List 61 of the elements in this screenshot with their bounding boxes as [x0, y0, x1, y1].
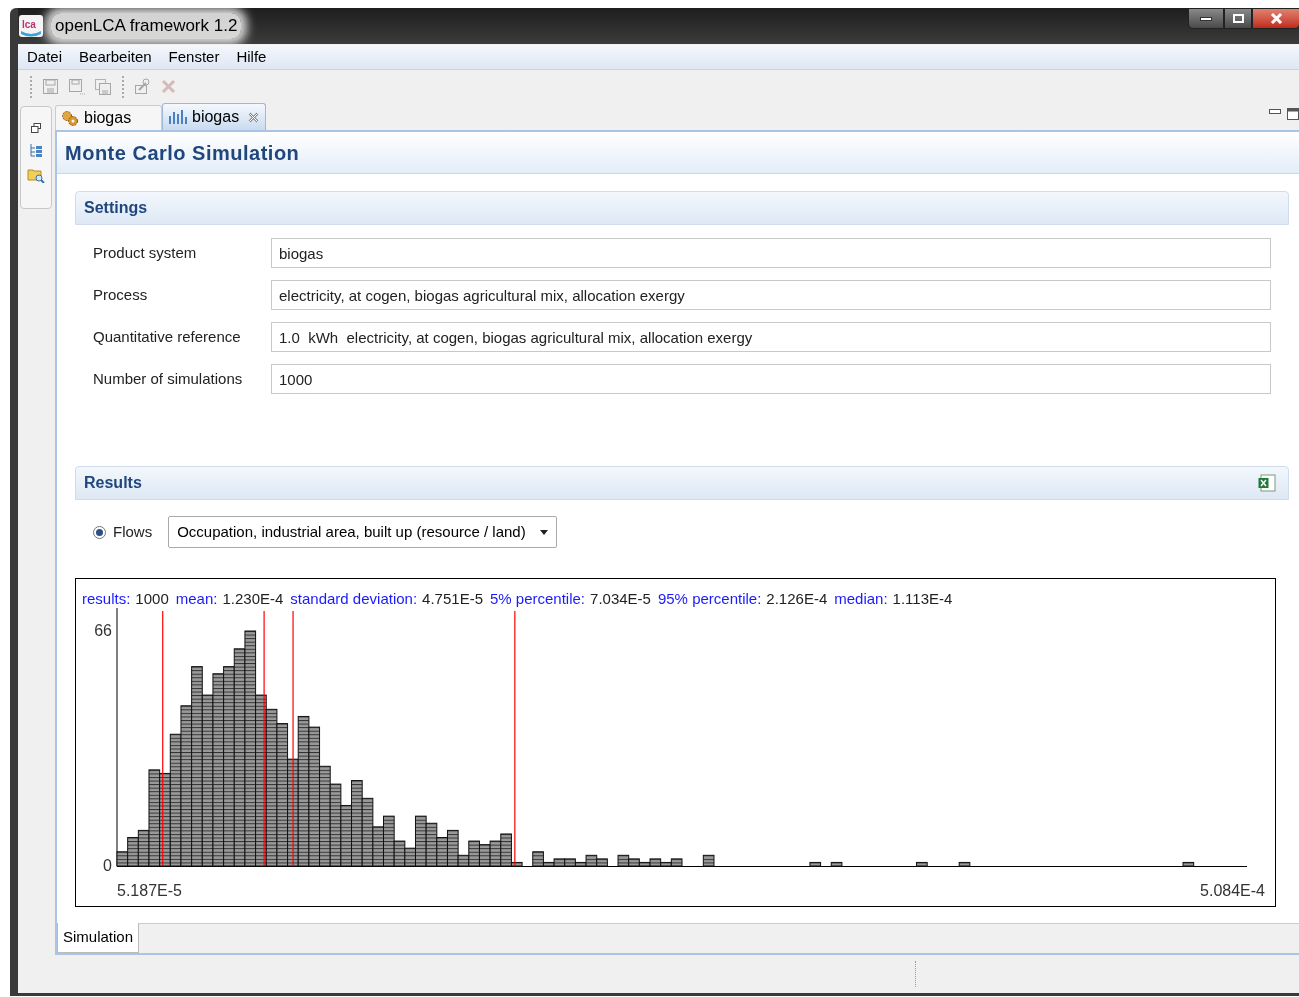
- editor-tab[interactable]: biogas: [162, 103, 267, 130]
- menu-item[interactable]: Datei: [27, 45, 63, 69]
- histogram-bar: [489, 840, 502, 867]
- close-button[interactable]: [1252, 8, 1299, 29]
- x-axis-label: 5.084E-4: [1200, 882, 1265, 899]
- stat-label: 5% percentile:: [490, 589, 586, 608]
- maximize-view-icon[interactable]: [1287, 108, 1299, 120]
- flow-dropdown[interactable]: Occupation, industrial area, built up (resource / land): [168, 516, 557, 548]
- stat-label: results:: [82, 589, 131, 608]
- form-title: Monte Carlo Simulation: [65, 140, 300, 166]
- restore-icon[interactable]: [31, 123, 41, 133]
- folder-search-icon[interactable]: [27, 167, 45, 183]
- stat-value: 1000: [135, 589, 169, 608]
- y-tick-label: 66: [94, 622, 112, 639]
- bar-chart-icon: [169, 110, 187, 124]
- text-field[interactable]: electricity, at cogen, biogas agricultural mix, allocation exergy: [271, 280, 1271, 310]
- field-label: Product system: [93, 242, 198, 263]
- close-icon: [1269, 13, 1283, 24]
- option-label: Flows: [113, 521, 153, 542]
- histogram-bar: [809, 861, 822, 867]
- stat-label: 95% percentile:: [657, 589, 762, 608]
- y-tick-label: 0: [103, 857, 112, 874]
- field-label: Quantitative reference: [93, 326, 242, 347]
- minimize-view-icon[interactable]: [1269, 109, 1281, 115]
- excel-export-icon[interactable]: [1258, 474, 1276, 492]
- stat-value: 1.230E-4: [222, 589, 284, 608]
- app-logo-icon: lca: [19, 15, 43, 37]
- editor-tab[interactable]: biogas: [55, 105, 162, 130]
- histogram-bar: [830, 861, 843, 867]
- histogram-bar: [702, 854, 715, 867]
- dropdown-arrow-icon: [539, 529, 548, 535]
- stat-label: standard deviation:: [290, 589, 418, 608]
- minimize-button[interactable]: [1188, 8, 1224, 29]
- stat-value: 2.126E-4: [766, 589, 828, 608]
- menu-item[interactable]: Fenster: [168, 45, 220, 69]
- close-tab-icon[interactable]: [248, 111, 260, 123]
- stat-value: 1.113E-4: [892, 589, 953, 608]
- section-title: Results: [84, 473, 142, 493]
- x-axis-label: 5.187E-5: [117, 882, 182, 899]
- histogram-bar: [1182, 861, 1195, 867]
- field-label: Number of simulations: [93, 368, 244, 389]
- gear-icon: [61, 110, 79, 126]
- section-title: Settings: [84, 198, 148, 218]
- text-field[interactable]: biogas: [271, 238, 1271, 268]
- stat-value: 7.034E-5: [590, 589, 651, 608]
- histogram-bar: [958, 861, 971, 867]
- menu-item[interactable]: Bearbeiten: [79, 45, 152, 69]
- text-field[interactable]: 1000: [271, 364, 1271, 394]
- text-field[interactable]: 1.0 kWh electricity, at cogen, biogas agricultural mix, allocation exergy: [271, 322, 1271, 352]
- stat-label: median:: [834, 589, 888, 608]
- stat-value: 4.751E-5: [422, 589, 483, 608]
- menu-item[interactable]: Hilfe: [236, 45, 267, 69]
- tree-icon[interactable]: [29, 143, 43, 157]
- page-tab[interactable]: Simulation: [57, 923, 140, 953]
- radio-button[interactable]: [93, 525, 106, 539]
- field-label: Process: [93, 284, 149, 305]
- window-title: openLCA framework 1.2: [51, 13, 242, 39]
- histogram-bar: [916, 861, 928, 867]
- maximize-button[interactable]: [1224, 8, 1252, 29]
- histogram-bar: [340, 804, 353, 867]
- stat-label: mean:: [175, 589, 218, 608]
